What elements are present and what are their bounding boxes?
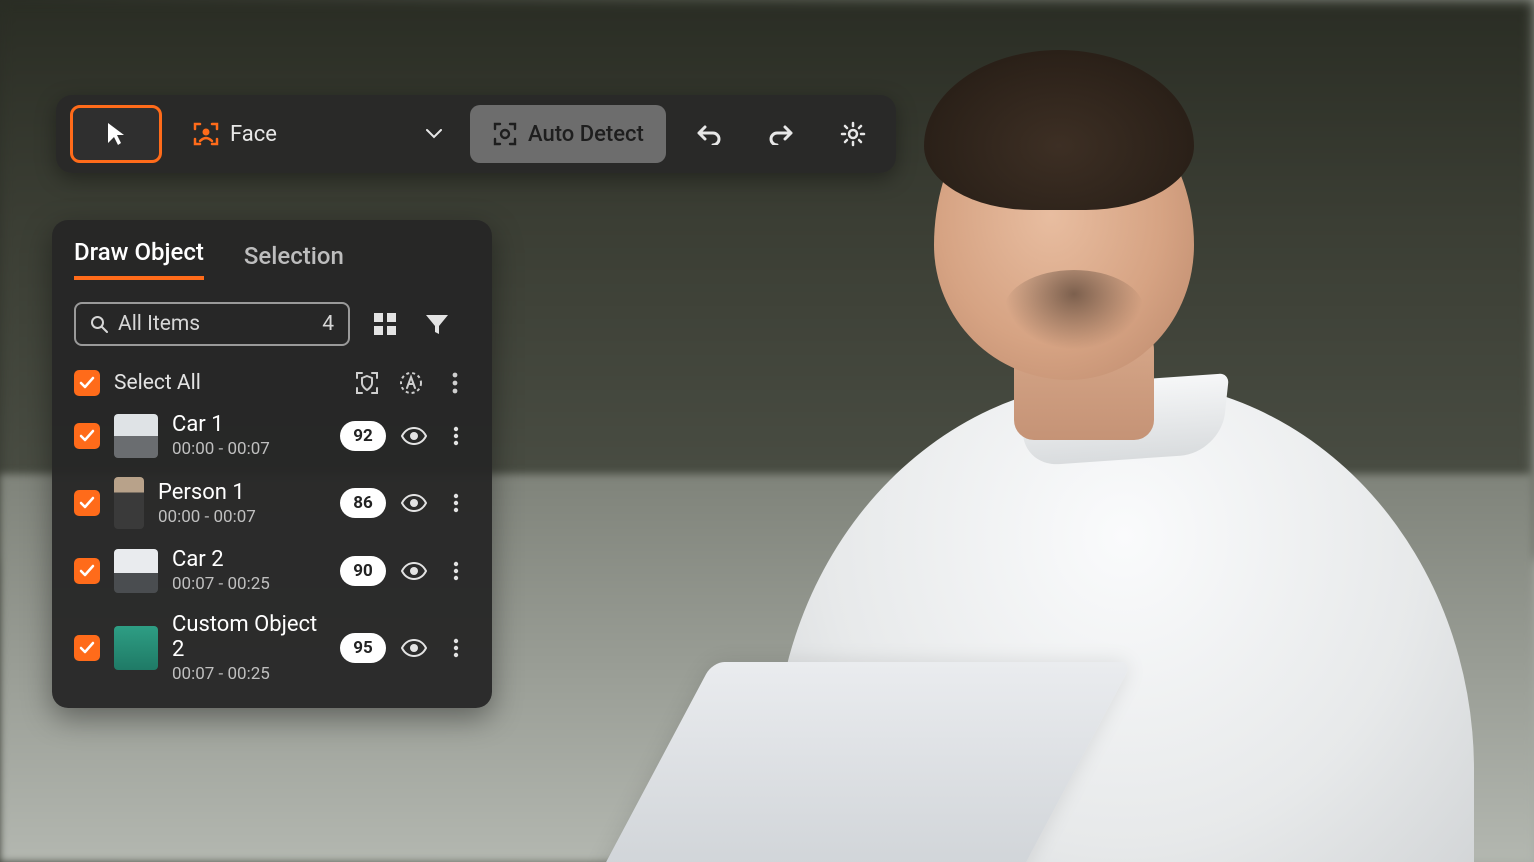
undo-button[interactable] — [680, 105, 738, 163]
search-icon — [90, 315, 108, 333]
more-vertical-icon — [453, 638, 459, 658]
search-count: 4 — [322, 312, 334, 336]
search-box[interactable]: All Items 4 — [74, 302, 350, 346]
row-more-button[interactable] — [442, 422, 470, 450]
face-frame-icon — [192, 120, 220, 148]
objects-panel: Draw Object Selection All Items 4 — [52, 220, 492, 708]
list-more-button[interactable] — [440, 368, 470, 398]
track-all-button[interactable] — [352, 368, 382, 398]
row-name: Car 2 — [172, 547, 326, 572]
more-vertical-icon — [453, 493, 459, 513]
filter-button[interactable] — [420, 307, 454, 341]
object-row: Custom Object 2 00:07 - 00:25 95 — [74, 612, 470, 684]
row-thumbnail[interactable] — [114, 477, 144, 529]
row-name: Custom Object 2 — [172, 612, 326, 662]
visibility-toggle[interactable] — [400, 557, 428, 585]
row-timecode: 00:07 - 00:25 — [172, 574, 326, 594]
check-icon — [78, 639, 96, 657]
redo-icon — [768, 123, 794, 145]
check-icon — [78, 374, 96, 392]
chevron-down-icon — [426, 129, 442, 139]
row-thumbnail[interactable] — [114, 626, 158, 670]
tab-selection[interactable]: Selection — [244, 242, 344, 280]
confidence-badge: 86 — [340, 488, 386, 518]
row-thumbnail[interactable] — [114, 549, 158, 593]
row-more-button[interactable] — [442, 634, 470, 662]
object-row: Car 2 00:07 - 00:25 90 — [74, 547, 470, 594]
top-toolbar: Face Auto Detect — [56, 95, 896, 173]
confidence-badge: 92 — [340, 421, 386, 451]
redo-button[interactable] — [752, 105, 810, 163]
detection-mode-dropdown[interactable]: Face — [176, 105, 456, 163]
row-checkbox[interactable] — [74, 423, 100, 449]
eye-icon — [401, 427, 427, 445]
select-all-checkbox[interactable] — [74, 370, 100, 396]
visibility-toggle[interactable] — [400, 422, 428, 450]
eye-icon — [401, 494, 427, 512]
object-row: Car 1 00:00 - 00:07 92 — [74, 412, 470, 459]
confidence-badge: 90 — [340, 556, 386, 586]
check-icon — [78, 427, 96, 445]
auto-detect-label: Auto Detect — [528, 122, 644, 147]
row-more-button[interactable] — [442, 557, 470, 585]
more-vertical-icon — [452, 372, 458, 394]
check-icon — [78, 494, 96, 512]
object-row: Person 1 00:00 - 00:07 86 — [74, 477, 470, 529]
row-thumbnail[interactable] — [114, 414, 158, 458]
cursor-tool-button[interactable] — [70, 105, 162, 163]
select-all-label: Select All — [114, 371, 201, 395]
search-label: All Items — [118, 312, 200, 336]
row-more-button[interactable] — [442, 489, 470, 517]
more-vertical-icon — [453, 561, 459, 581]
check-icon — [78, 562, 96, 580]
object-list: Car 1 00:00 - 00:07 92 Person 1 00:00 - … — [74, 412, 470, 684]
auto-detect-icon — [492, 121, 518, 147]
row-timecode: 00:00 - 00:07 — [172, 439, 326, 459]
grid-icon — [372, 311, 398, 337]
confidence-badge: 95 — [340, 633, 386, 663]
auto-a-icon — [398, 370, 424, 396]
row-checkbox[interactable] — [74, 558, 100, 584]
visibility-toggle[interactable] — [400, 489, 428, 517]
more-vertical-icon — [453, 426, 459, 446]
auto-detect-button[interactable]: Auto Detect — [470, 105, 666, 163]
visibility-toggle[interactable] — [400, 634, 428, 662]
settings-button[interactable] — [824, 105, 882, 163]
eye-icon — [401, 639, 427, 657]
row-name: Person 1 — [158, 480, 326, 505]
undo-icon — [696, 123, 722, 145]
auto-label-button[interactable] — [396, 368, 426, 398]
row-name: Car 1 — [172, 412, 326, 437]
row-checkbox[interactable] — [74, 490, 100, 516]
tab-draw-object[interactable]: Draw Object — [74, 238, 204, 280]
cursor-icon — [105, 121, 127, 147]
row-timecode: 00:07 - 00:25 — [172, 664, 326, 684]
detection-mode-label: Face — [230, 122, 277, 147]
filter-icon — [424, 312, 450, 336]
panel-tabs: Draw Object Selection — [74, 238, 470, 280]
row-timecode: 00:00 - 00:07 — [158, 507, 326, 527]
row-checkbox[interactable] — [74, 635, 100, 661]
eye-icon — [401, 562, 427, 580]
shield-track-icon — [354, 370, 380, 396]
gear-icon — [840, 121, 866, 147]
grid-view-button[interactable] — [368, 307, 402, 341]
